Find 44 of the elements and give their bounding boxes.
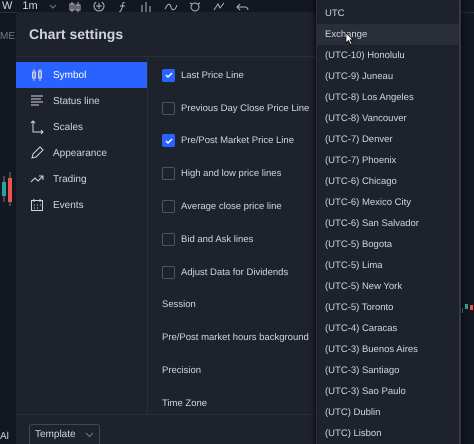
menu-item[interactable]: (UTC-3) Sao Paulo bbox=[317, 381, 459, 402]
setting-label: Session bbox=[162, 299, 196, 310]
menu-item[interactable]: Exchange bbox=[317, 24, 459, 45]
menu-item[interactable]: (UTC-6) Mexico City bbox=[317, 192, 459, 213]
menu-item[interactable]: (UTC) Dublin bbox=[317, 402, 459, 423]
dialog-title: Chart settings bbox=[29, 26, 124, 42]
menu-item[interactable]: (UTC-5) Toronto bbox=[317, 297, 459, 318]
sidebar-tab[interactable]: Appearance bbox=[16, 140, 147, 166]
option-label: Last Price Line bbox=[181, 70, 244, 81]
menu-item[interactable]: (UTC-10) Honolulu bbox=[317, 45, 459, 66]
sidebar-tab[interactable]: Scales bbox=[16, 114, 147, 140]
menu-item[interactable]: (UTC-7) Denver bbox=[317, 129, 459, 150]
menu-item[interactable]: (UTC-7) Phoenix bbox=[317, 150, 459, 171]
chart-label: ME bbox=[0, 31, 16, 42]
interval-label[interactable]: 1m bbox=[22, 1, 38, 12]
menu-item[interactable]: (UTC-6) Chicago bbox=[317, 171, 459, 192]
menu-item[interactable]: (UTC-5) New York bbox=[317, 276, 459, 297]
setting-label: Time Zone bbox=[162, 398, 208, 409]
menu-item[interactable]: (UTC-9) Juneau bbox=[317, 66, 459, 87]
sidebar-tab[interactable]: Symbol bbox=[16, 62, 147, 88]
sidebar-tab[interactable]: Events bbox=[16, 192, 147, 218]
option-label: Pre/Post Market Price Line bbox=[181, 135, 294, 146]
menu-item[interactable]: (UTC-5) Bogota bbox=[317, 234, 459, 255]
sidebar-tab[interactable]: Trading bbox=[16, 166, 147, 192]
menu-item[interactable]: (UTC-8) Los Angeles bbox=[317, 87, 459, 108]
menu-item[interactable]: (UTC-6) San Salvador bbox=[317, 213, 459, 234]
menu-item[interactable]: (UTC-5) Lima bbox=[317, 255, 459, 276]
option-label: Average close price line bbox=[181, 201, 282, 212]
sidebar-tab[interactable]: Status line bbox=[16, 88, 147, 114]
interval-label[interactable]: W bbox=[2, 1, 12, 12]
option-label: High and low price lines bbox=[181, 168, 282, 180]
option-label: Previous Day Close Price Line bbox=[181, 102, 310, 114]
menu-item[interactable]: (UTC-3) Buenos Aires bbox=[317, 339, 459, 360]
setting-label: Pre/Post market hours background bbox=[162, 332, 309, 344]
setting-label: Precision bbox=[162, 365, 202, 376]
option-label: Bid and Ask lines bbox=[181, 234, 254, 245]
template-dropdown[interactable]: Template bbox=[29, 424, 100, 444]
option-label: Adjust Data for Dividends bbox=[181, 266, 288, 278]
menu-item[interactable]: (UTC-8) Vancouver bbox=[317, 108, 459, 129]
chart-label: Al bbox=[0, 431, 10, 442]
menu-item[interactable]: (UTC-3) Santiago bbox=[317, 360, 459, 381]
menu-item[interactable]: (UTC) Lisbon bbox=[317, 423, 459, 444]
menu-item[interactable]: (UTC-4) Caracas bbox=[317, 318, 459, 339]
menu-item[interactable]: UTC bbox=[317, 3, 459, 24]
